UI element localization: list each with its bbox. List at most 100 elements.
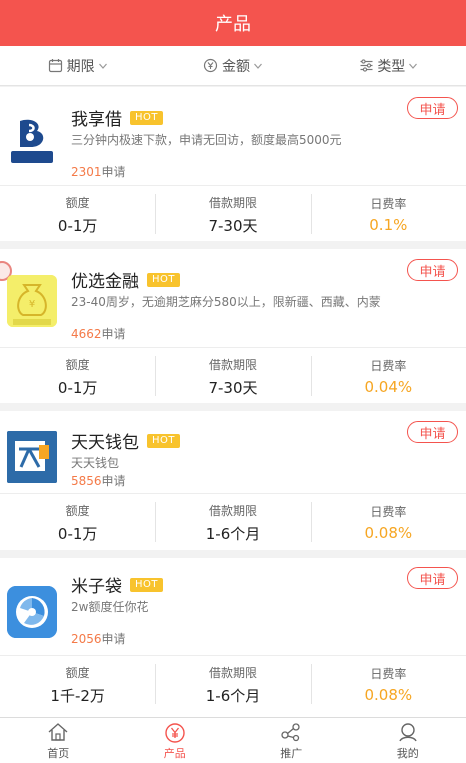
stat-label: 日费率 — [370, 667, 407, 681]
stat-amount: 额度 0-1万 — [0, 348, 155, 405]
stat-amount: 额度 0-1万 — [0, 494, 155, 551]
filter-type[interactable]: 类型 — [311, 46, 466, 85]
tab-label: 首页 — [47, 746, 70, 760]
product-logo: ¥ — [7, 275, 57, 327]
tab-label: 我的 — [396, 746, 419, 760]
stat-amount: 额度 0-1万 — [0, 186, 155, 243]
stat-value: 1千-2万 — [50, 686, 105, 705]
product-name: 米子袋 — [71, 577, 122, 597]
product-stats: 额度 0-1万 借款期限 7-30天 日费率 0.1% — [0, 185, 466, 243]
tab-products[interactable]: 产品 — [117, 718, 234, 763]
stat-label: 借款期限 — [208, 665, 257, 680]
stat-term: 借款期限 1-6个月 — [155, 494, 310, 551]
apply-count-number: 2301 — [71, 165, 102, 179]
product-logo — [7, 431, 57, 483]
filter-type-label: 类型 — [377, 58, 406, 75]
top-bar: 产品 — [0, 0, 466, 46]
stat-value: 0.08% — [364, 686, 413, 704]
product-list: 我享借 HOT 三分钟内极速下款，申请无回访，额度最高5000元 2301申请 … — [0, 87, 466, 717]
product-card[interactable]: 天天钱包 HOT 天天钱包 5856申请 申请 额度 0-1万 借款期限 1-6个月… — [0, 411, 466, 550]
share-icon — [279, 721, 303, 743]
apply-button[interactable]: 申请 — [407, 421, 458, 443]
product-name: 天天钱包 — [71, 433, 139, 453]
apply-count: 2301申请 — [71, 163, 126, 180]
product-name-row: 我享借 HOT — [71, 105, 163, 130]
product-card[interactable]: 我享借 HOT 三分钟内极速下款，申请无回访，额度最高5000元 2301申请 … — [0, 87, 466, 241]
app-root: 产品 期限 金额 类型 我享借 HOT 三分钟内极速下款，申请无回访，额度最高5… — [0, 0, 466, 763]
stat-label: 借款期限 — [208, 195, 257, 210]
filter-amount[interactable]: 金额 — [155, 46, 310, 85]
stat-amount: 额度 1千-2万 — [0, 656, 155, 713]
stat-value: 7-30天 — [208, 378, 258, 397]
stat-term: 借款期限 7-30天 — [155, 186, 310, 243]
apply-count-number: 5856 — [71, 474, 102, 488]
product-desc: 天天钱包 — [71, 456, 120, 470]
product-desc: 2w额度任你花 — [71, 600, 149, 614]
money-icon — [203, 58, 219, 74]
hot-badge: HOT — [130, 110, 163, 125]
stat-value: 0.08% — [364, 524, 413, 542]
stat-rate: 日费率 0.04% — [310, 348, 466, 405]
apply-count: 2056申请 — [71, 630, 126, 647]
stat-value: 1-6个月 — [205, 524, 261, 543]
hot-badge: HOT — [147, 433, 180, 448]
product-card[interactable]: ¥ 优选金融 HOT 23-40周岁，无逾期芝麻分580以上，限新疆、西藏、内蒙… — [0, 249, 466, 403]
filter-amount-label: 金额 — [221, 58, 250, 75]
tab-home[interactable]: 首页 — [0, 718, 117, 763]
stat-label: 额度 — [65, 195, 90, 210]
product-stats: 额度 0-1万 借款期限 1-6个月 日费率 0.08% — [0, 493, 466, 551]
stat-label: 借款期限 — [208, 503, 257, 518]
apply-count: 5856申请 — [71, 472, 126, 489]
stat-value: 0.1% — [369, 216, 408, 234]
stat-value: 0-1万 — [57, 216, 98, 235]
hot-badge: HOT — [130, 577, 163, 592]
product-stats: 额度 0-1万 借款期限 7-30天 日费率 0.04% — [0, 347, 466, 405]
stat-rate: 日费率 0.08% — [310, 656, 466, 713]
product-name: 优选金融 — [71, 272, 139, 292]
yen-bag-icon — [163, 721, 187, 743]
stat-value: 7-30天 — [208, 216, 258, 235]
page-title: 产品 — [215, 14, 251, 35]
calendar-icon — [48, 58, 64, 74]
apply-button[interactable]: 申请 — [407, 97, 458, 119]
filter-bar: 期限 金额 类型 — [0, 46, 466, 86]
product-stats: 额度 1千-2万 借款期限 1-6个月 日费率 0.08% — [0, 655, 466, 713]
apply-count-suffix: 申请 — [101, 632, 126, 646]
svg-text:¥: ¥ — [29, 299, 35, 310]
chevron-down-icon — [98, 61, 108, 71]
stat-term: 借款期限 7-30天 — [155, 348, 310, 405]
apply-count: 4662申请 — [71, 325, 126, 342]
stat-label: 日费率 — [370, 505, 407, 519]
product-card[interactable]: 米子袋 HOT 2w额度任你花 2056申请 申请 额度 1千-2万 借款期限 1-… — [0, 558, 466, 717]
product-logo — [7, 586, 57, 638]
chevron-down-icon — [408, 61, 418, 71]
user-icon — [396, 721, 420, 743]
stat-label: 额度 — [65, 665, 90, 680]
apply-button[interactable]: 申请 — [407, 259, 458, 281]
filter-term[interactable]: 期限 — [0, 46, 155, 85]
apply-button[interactable]: 申请 — [407, 567, 458, 589]
stat-term: 借款期限 1-6个月 — [155, 656, 310, 713]
tab-label: 推广 — [280, 746, 303, 760]
stat-label: 额度 — [65, 503, 90, 518]
product-name-row: 米子袋 HOT — [71, 572, 163, 597]
product-logo — [7, 113, 57, 165]
product-desc: 三分钟内极速下款，申请无回访，额度最高5000元 — [71, 133, 342, 147]
stat-value: 0-1万 — [57, 378, 98, 397]
product-desc: 23-40周岁，无逾期芝麻分580以上，限新疆、西藏、内蒙 — [71, 295, 381, 309]
stat-rate: 日费率 0.08% — [310, 494, 466, 551]
product-name-row: 优选金融 HOT — [71, 267, 180, 292]
stat-label: 日费率 — [370, 197, 407, 211]
tab-label: 产品 — [163, 746, 186, 760]
tab-promote[interactable]: 推广 — [233, 718, 350, 763]
stat-value: 0.04% — [364, 378, 413, 396]
chevron-down-icon — [253, 61, 263, 71]
bottom-tab-bar: 首页 产品 推广 我的 — [0, 717, 466, 763]
apply-count-number: 2056 — [71, 632, 102, 646]
tab-mine[interactable]: 我的 — [350, 718, 466, 763]
stat-value: 1-6个月 — [205, 686, 261, 705]
apply-count-suffix: 申请 — [101, 474, 126, 488]
stat-value: 0-1万 — [57, 524, 98, 543]
stat-rate: 日费率 0.1% — [310, 186, 466, 243]
stat-label: 借款期限 — [208, 357, 257, 372]
